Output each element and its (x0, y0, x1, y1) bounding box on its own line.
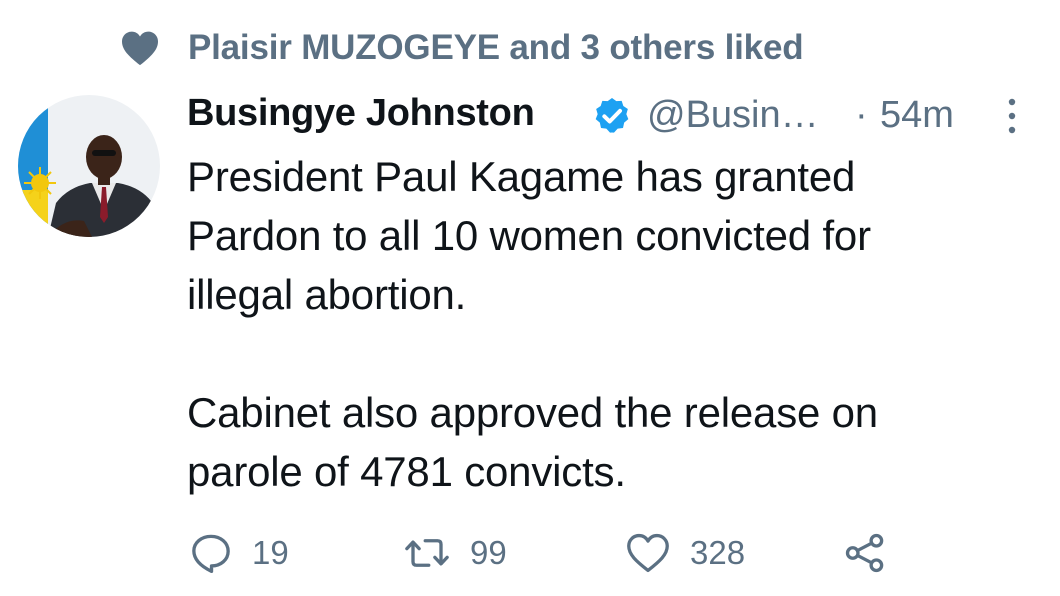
tweet-actions: 19 99 328 (0, 528, 1060, 578)
avatar-photo (18, 95, 160, 237)
separator-dot: · (855, 94, 868, 136)
reply-button[interactable]: 19 (190, 528, 289, 578)
tweet-text: President Paul Kagame has granted Pardon… (187, 153, 878, 495)
like-heart-icon (627, 533, 669, 573)
like-button[interactable]: 328 (626, 528, 745, 578)
reply-icon (192, 534, 230, 574)
like-count: 328 (690, 534, 746, 571)
share-icon (845, 533, 884, 573)
timestamp[interactable]: 54m (880, 94, 954, 137)
retweet-count: 99 (470, 534, 507, 571)
retweet-icon (405, 539, 449, 567)
heart-icon (122, 31, 158, 66)
retweet-button[interactable]: 99 (404, 528, 507, 578)
social-context-text[interactable]: Plaisir MUZOGEYE and 3 others liked (188, 28, 804, 68)
reply-count: 19 (252, 534, 289, 571)
author-name[interactable]: Busingye Johnston (187, 92, 535, 135)
tweet-card[interactable]: Plaisir MUZOGEYE and 3 others liked Busi… (0, 0, 1060, 596)
social-context: Plaisir MUZOGEYE and 3 others liked (0, 24, 1060, 74)
share-button[interactable] (844, 528, 886, 578)
avatar[interactable] (18, 95, 160, 237)
tweet-header: Busingye Johnston @Busin… · 54m (187, 88, 1027, 142)
author-handle[interactable]: @Busin… (647, 94, 819, 137)
more-options-icon[interactable] (1002, 96, 1022, 136)
verified-badge-icon (595, 98, 629, 133)
